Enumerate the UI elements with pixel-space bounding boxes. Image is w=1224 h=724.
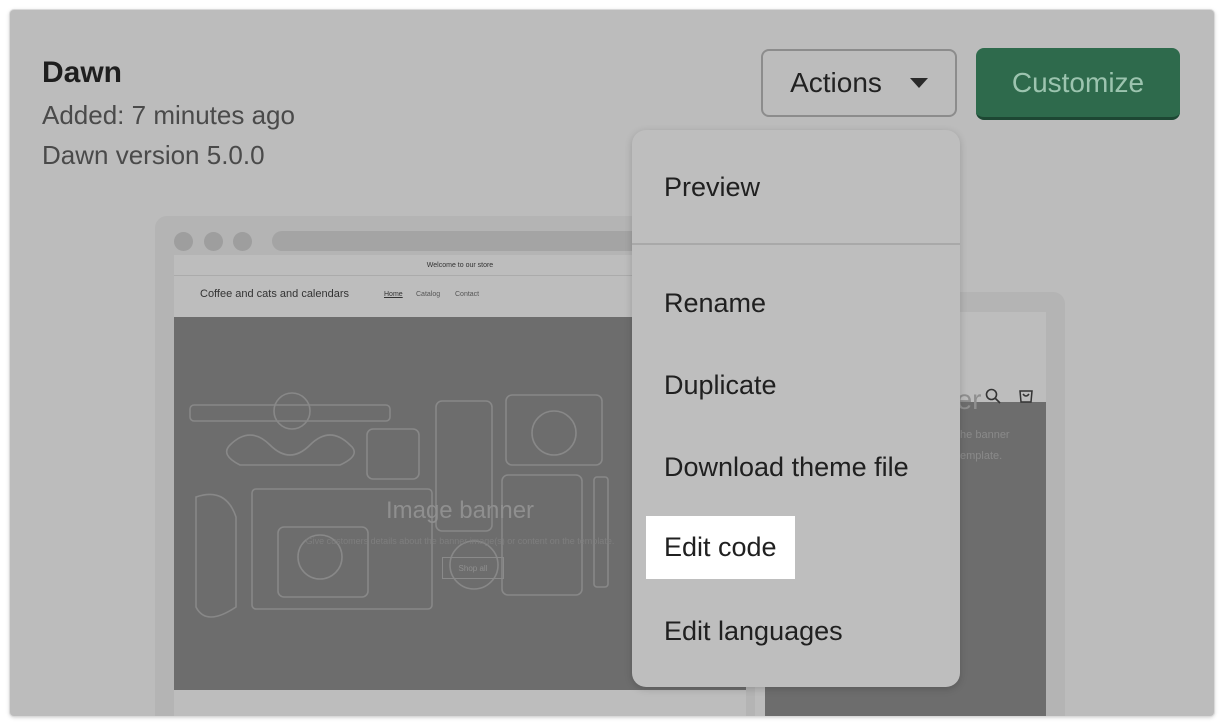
nav-contact: Contact [455,291,480,298]
theme-added-text: Added: 7 minutes ago [42,100,295,130]
menu-item-download-theme-file[interactable]: Download theme file [664,452,909,483]
actions-button[interactable]: Actions [761,49,957,117]
customize-button[interactable]: Customize [976,48,1180,120]
menu-divider [632,243,960,245]
theme-version-text: Dawn version 5.0.0 [42,140,265,170]
actions-button-label: Actions [790,67,882,98]
menu-item-edit-languages[interactable]: Edit languages [664,616,843,647]
window-dot-icon [233,232,252,251]
store-name: Coffee and cats and calendars [200,288,350,300]
shop-all-button: Shop all [442,557,504,579]
mobile-banner-subtitle-2: emplate. [960,450,1003,462]
menu-item-preview[interactable]: Preview [664,172,760,203]
theme-card: Dawn Added: 7 minutes ago Dawn version 5… [10,10,1214,716]
menu-item-rename[interactable]: Rename [664,288,766,319]
mobile-banner-subtitle: the banner [957,429,1010,441]
nav-catalog: Catalog [416,291,441,298]
caret-down-icon [909,78,928,88]
nav-home: Home [384,291,403,298]
menu-item-duplicate[interactable]: Duplicate [664,370,777,401]
actions-menu: Preview Rename Duplicate Download theme … [632,130,960,687]
window-dot-icon [174,232,193,251]
theme-name: Dawn [42,56,123,89]
menu-item-edit-code[interactable]: Edit code [646,516,795,579]
window-dot-icon [204,232,223,251]
cart-icon [1018,388,1034,409]
search-icon [985,388,1001,409]
